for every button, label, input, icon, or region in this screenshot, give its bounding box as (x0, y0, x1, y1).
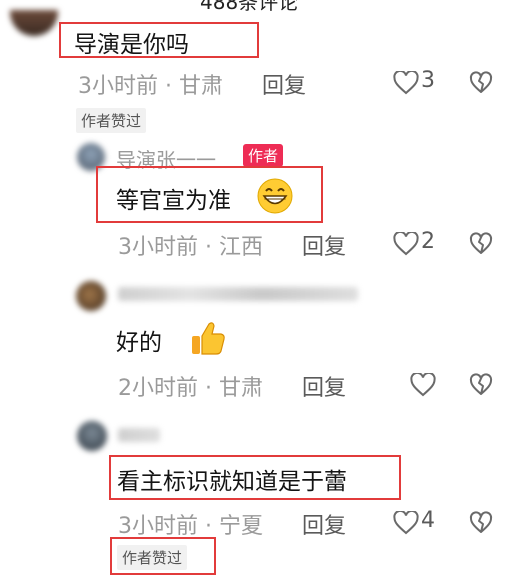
like-count: 2 (421, 229, 435, 254)
username-blurred[interactable] (118, 428, 160, 442)
comment-meta: 3小时前 · 江西 (118, 229, 263, 261)
comment-text: 看主标识就知道是于蕾 (117, 469, 347, 495)
username-blurred[interactable] (118, 287, 358, 301)
author-liked-badge: 作者赞过 (117, 545, 188, 570)
comment-location: 江西 (219, 235, 264, 260)
avatar[interactable] (76, 281, 106, 311)
dislike-button[interactable] (469, 232, 493, 256)
dislike-button[interactable] (469, 373, 493, 397)
comment-time: 3小时前 (118, 514, 198, 539)
comment-text: 好的 (116, 330, 162, 356)
comment-location: 甘肃 (219, 376, 264, 401)
comment-time: 3小时前 (118, 235, 198, 260)
reply-button[interactable]: 回复 (302, 508, 346, 540)
separator-dot: · (205, 235, 219, 260)
comment-count-header: 488条评论 (200, 0, 299, 14)
avatar[interactable] (10, 10, 58, 36)
comment-location: 宁夏 (219, 514, 264, 539)
like-button[interactable] (393, 232, 419, 256)
reply-button[interactable]: 回复 (302, 370, 346, 402)
reply-button[interactable]: 回复 (302, 229, 346, 261)
separator-dot: · (205, 514, 219, 539)
broken-heart-icon (469, 373, 493, 395)
like-count: 3 (421, 68, 435, 93)
like-button[interactable] (393, 71, 419, 95)
comment-time: 2小时前 (118, 376, 198, 401)
author-tag: 作者 (243, 144, 284, 167)
grinning-face-icon (256, 177, 294, 219)
broken-heart-icon (469, 71, 493, 93)
dislike-button[interactable] (469, 511, 493, 535)
heart-icon (393, 232, 419, 256)
heart-icon (393, 71, 419, 95)
separator-dot: · (165, 74, 179, 99)
broken-heart-icon (469, 511, 493, 533)
thumbs-up-icon (188, 318, 228, 362)
comment-text: 导演是你吗 (74, 32, 189, 58)
like-count: 4 (421, 508, 435, 533)
dislike-button[interactable] (469, 71, 493, 95)
comment-location: 甘肃 (179, 74, 224, 99)
comment-time: 3小时前 (78, 74, 158, 99)
comment-meta: 2小时前 · 甘肃 (118, 370, 263, 402)
like-button[interactable] (393, 511, 419, 535)
like-button[interactable] (410, 373, 436, 397)
separator-dot: · (205, 376, 219, 401)
broken-heart-icon (469, 232, 493, 254)
heart-icon (393, 511, 419, 535)
comment-text: 等官宣为准 (116, 188, 231, 214)
reply-button[interactable]: 回复 (262, 68, 306, 100)
comment-meta: 3小时前 · 宁夏 (118, 508, 263, 540)
author-liked-badge: 作者赞过 (76, 108, 147, 133)
comment-meta: 3小时前 · 甘肃 (78, 68, 223, 100)
avatar[interactable] (77, 421, 107, 451)
heart-icon (410, 373, 436, 397)
